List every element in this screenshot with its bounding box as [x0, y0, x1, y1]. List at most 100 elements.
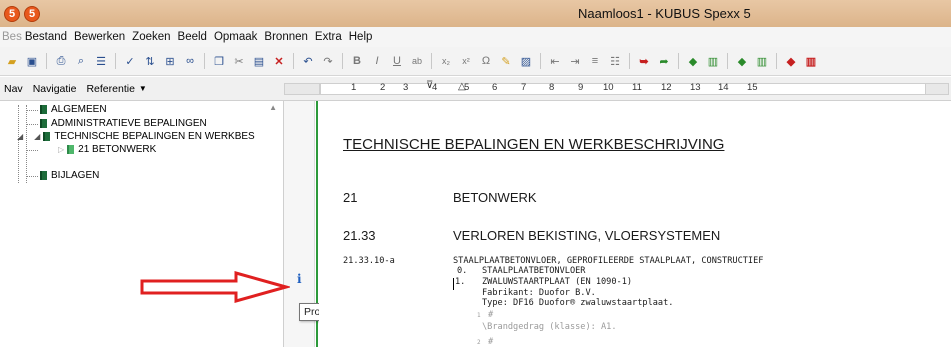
navigatie-tab[interactable]: Navigatie [33, 83, 77, 95]
ruler-label: 14 [718, 82, 729, 93]
menu-item-bes[interactable]: Bes [2, 31, 22, 43]
tree-item-administratieve[interactable]: ADMINISTRATIEVE BEPALINGEN [40, 118, 207, 129]
strike-icon[interactable]: ab [408, 52, 426, 70]
print-icon[interactable]: ⎙ [52, 52, 70, 70]
indent-left-icon[interactable]: ⇤ [546, 52, 564, 70]
bold-icon[interactable]: B [348, 52, 366, 70]
tree-connector [26, 124, 38, 125]
menu-bar: Bes Bestand Bewerken Zoeken Beeld Opmaak… [0, 27, 951, 47]
list-icon[interactable]: ☰ [92, 52, 110, 70]
menu-item-zoeken[interactable]: Zoeken [132, 31, 170, 43]
scroll-up-icon[interactable]: ▲ [269, 103, 277, 112]
text-cursor [453, 278, 454, 290]
tree-icon[interactable]: ⊞ [161, 52, 179, 70]
ruler-label: 7 [521, 82, 527, 93]
book-icon [67, 145, 75, 154]
ruler-label: 8 [549, 82, 555, 93]
line-marker: 2 [477, 339, 481, 346]
book-green2-icon[interactable]: ◆ [733, 52, 751, 70]
book-red-open-icon[interactable]: ▥ [802, 52, 820, 70]
tree-connector [26, 110, 38, 111]
redo-icon[interactable]: ↷ [319, 52, 337, 70]
tree-connector [18, 105, 19, 183]
referentie-dropdown[interactable]: Referentie [86, 83, 134, 95]
collapse-icon[interactable]: ◢ [17, 132, 23, 141]
navigation-bar: Nav Navigatie Referentie ▼ [0, 77, 284, 101]
pencil-icon[interactable]: ✎ [497, 52, 515, 70]
green-arrow-icon[interactable]: ➦ [655, 52, 673, 70]
print-preview-icon[interactable]: ⌕ [72, 52, 90, 70]
tree-item-technische[interactable]: ◢ ◢ TECHNISCHE BEPALINGEN EN WERKBES [17, 131, 255, 142]
italic-icon[interactable]: I [368, 52, 386, 70]
tree-connector [26, 176, 38, 177]
toolbar-separator [204, 53, 205, 69]
image-icon[interactable]: ▨ [517, 52, 535, 70]
section-number: 21.33 [343, 228, 376, 243]
open-icon[interactable]: ▰ [3, 52, 21, 70]
check-icon[interactable]: ✓ [121, 52, 139, 70]
tree-item-label: BIJLAGEN [51, 170, 100, 181]
undo-icon[interactable]: ↶ [299, 52, 317, 70]
superscript-icon[interactable]: x² [457, 52, 475, 70]
ruler-label: 1 [351, 82, 357, 93]
book-open2-icon[interactable]: ▥ [753, 52, 771, 70]
indent-marker-icon[interactable]: ⊽ [426, 80, 433, 91]
red-arrow-icon[interactable]: ➥ [635, 52, 653, 70]
binoculars-icon[interactable]: ∞ [181, 52, 199, 70]
copy-icon[interactable]: ❐ [210, 52, 228, 70]
item-title: STAALPLAATBETONVLOER, GEPROFILEERDE STAA… [453, 256, 764, 266]
ruler-label: 3 [403, 82, 409, 93]
menu-item-bewerken[interactable]: Bewerken [74, 31, 125, 43]
toolbar-separator [293, 53, 294, 69]
line-marker: 1 [477, 312, 481, 319]
tree-item-betonwerk[interactable]: ▷ 21 BETONWERK [58, 144, 156, 155]
menu-item-bestand[interactable]: Bestand [25, 31, 67, 43]
ruler-label: 11 [632, 82, 642, 93]
app-logo-icon[interactable]: 5 [4, 5, 20, 22]
save-icon[interactable]: ▣ [23, 52, 41, 70]
tree-item-algemeen[interactable]: ALGEMEEN [40, 104, 107, 115]
book-open-icon[interactable]: ▥ [704, 52, 722, 70]
ruler-label: 12 [661, 82, 672, 93]
toolbar-separator [431, 53, 432, 69]
ruler-label: 2 [380, 82, 386, 93]
title-bar: 5 5 Naamloos1 - KUBUS Spexx 5 [0, 0, 951, 27]
menu-item-opmaak[interactable]: Opmaak [214, 31, 257, 43]
chevron-down-icon[interactable]: ▼ [139, 84, 147, 93]
toolbar-separator [540, 53, 541, 69]
book-red-icon[interactable]: ◆ [782, 52, 800, 70]
tree-item-bijlagen[interactable]: BIJLAGEN [40, 170, 99, 181]
ruler[interactable]: 1 2 3 4 5 6 7 8 9 10 11 12 13 14 15 ⊽ △ [284, 77, 951, 101]
hash-marker: # [488, 310, 494, 320]
tree-item-label: 21 BETONWERK [78, 144, 157, 155]
book-green-icon[interactable]: ◆ [684, 52, 702, 70]
nav-tab[interactable]: Nav [4, 83, 23, 95]
arrows-icon[interactable]: ⇅ [141, 52, 159, 70]
menu-item-bronnen[interactable]: Bronnen [264, 31, 307, 43]
menu-item-beeld[interactable]: Beeld [178, 31, 207, 43]
delete-icon[interactable]: ✕ [270, 52, 288, 70]
section-title: VERLOREN BEKISTING, VLOERSYSTEMEN [453, 228, 721, 243]
tree-connector [26, 105, 27, 183]
ruler-label: 15 [747, 82, 758, 93]
subscript-icon[interactable]: x₂ [437, 52, 455, 70]
menu-item-extra[interactable]: Extra [315, 31, 342, 43]
menu-item-help[interactable]: Help [349, 31, 373, 43]
brandgedrag-line: \Brandgedrag (klasse): A1. [482, 322, 617, 332]
indent-marker-icon[interactable]: △ [458, 81, 466, 92]
underline-icon[interactable]: U [388, 52, 406, 70]
book-icon [40, 171, 47, 180]
expand-icon[interactable]: ▷ [58, 145, 64, 154]
hash-marker: # [488, 337, 494, 347]
numbered-list-icon[interactable]: ≡ [586, 52, 604, 70]
info-icon[interactable]: i [297, 272, 302, 286]
cut-icon[interactable]: ✂ [230, 52, 248, 70]
paste-icon[interactable]: ▤ [250, 52, 268, 70]
omega-icon[interactable]: Ω [477, 52, 495, 70]
bullet-list-icon[interactable]: ☷ [606, 52, 624, 70]
document-area[interactable]: TECHNISCHE BEPALINGEN EN WERKBESCHRIJVIN… [319, 101, 951, 347]
indent-right-icon[interactable]: ⇥ [566, 52, 584, 70]
collapse-icon[interactable]: ◢ [34, 132, 40, 141]
ruler-track [320, 83, 940, 95]
app-logo-secondary-icon[interactable]: 5 [24, 5, 40, 22]
